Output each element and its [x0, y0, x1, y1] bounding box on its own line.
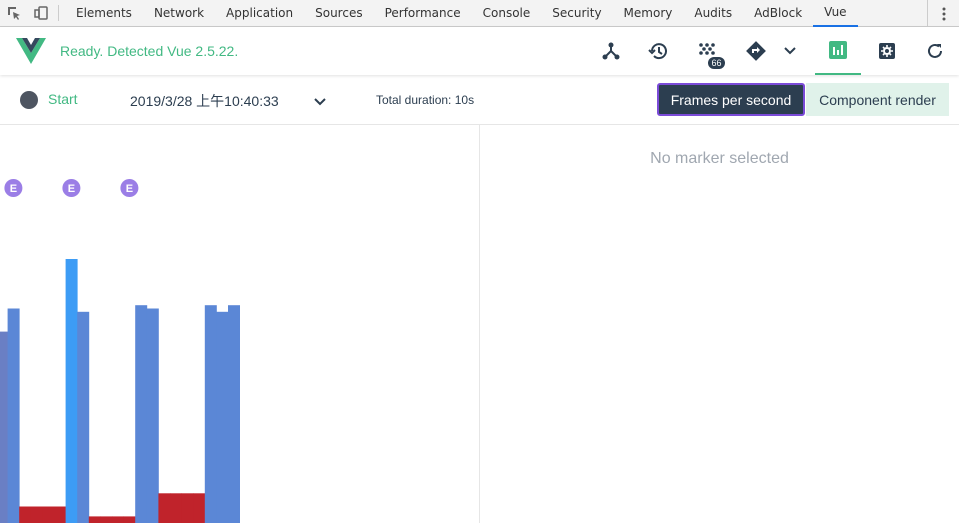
- fps-bar[interactable]: [42, 506, 55, 523]
- fps-chart-pane: EEE: [0, 125, 479, 523]
- tab-performance[interactable]: Performance: [374, 0, 472, 27]
- fps-bar[interactable]: [193, 493, 206, 523]
- chevron-down-icon[interactable]: [313, 92, 327, 111]
- history-button[interactable]: [635, 27, 681, 75]
- fps-bar[interactable]: [65, 259, 78, 523]
- history-icon: [648, 43, 667, 60]
- event-marker[interactable]: E: [62, 179, 81, 197]
- fps-bar[interactable]: [54, 506, 66, 523]
- recording-select[interactable]: 2019/3/28 上午10:40:33: [130, 91, 279, 111]
- tab-component-render[interactable]: Component render: [806, 83, 949, 116]
- tab-sources[interactable]: Sources: [304, 0, 373, 27]
- fps-bar[interactable]: [112, 516, 124, 523]
- vuex-button[interactable]: [684, 27, 730, 75]
- settings-icon: [879, 43, 895, 59]
- inspect-element-icon[interactable]: [0, 0, 27, 27]
- tab-frames-per-second[interactable]: Frames per second: [657, 83, 805, 116]
- performance-icon: [829, 41, 847, 59]
- refresh-button[interactable]: [912, 27, 958, 75]
- fps-bar[interactable]: [100, 516, 113, 523]
- performance-button[interactable]: [815, 27, 861, 75]
- fps-bar[interactable]: [181, 493, 194, 523]
- chevron-down-icon: [784, 47, 796, 55]
- tab-vue[interactable]: Vue: [813, 0, 858, 27]
- start-button[interactable]: Start: [48, 91, 78, 107]
- router-dropdown-button[interactable]: [767, 27, 813, 75]
- status-text: Ready. Detected Vue 2.5.22.: [60, 43, 239, 59]
- fps-bar[interactable]: [146, 308, 159, 523]
- components-icon: [602, 42, 620, 60]
- fps-bar[interactable]: [123, 516, 136, 523]
- fps-bar[interactable]: [0, 331, 8, 523]
- refresh-icon: [928, 43, 942, 58]
- marker-details-pane: No marker selected: [480, 125, 959, 523]
- fps-bar[interactable]: [216, 311, 229, 523]
- record-icon[interactable]: [20, 91, 38, 109]
- tab-network[interactable]: Network: [143, 0, 215, 27]
- event-marker-label: E: [68, 183, 75, 195]
- event-marker[interactable]: E: [120, 179, 139, 197]
- settings-button[interactable]: [864, 27, 910, 75]
- fps-bar[interactable]: [88, 516, 101, 523]
- fps-bar[interactable]: [135, 305, 148, 523]
- fps-bar[interactable]: [77, 311, 90, 523]
- fps-bar[interactable]: [19, 506, 32, 523]
- tab-audits[interactable]: Audits: [683, 0, 743, 27]
- vue-logo-icon: [16, 38, 46, 68]
- tab-application[interactable]: Application: [215, 0, 304, 27]
- total-duration: Total duration: 10s: [376, 93, 475, 107]
- tab-memory[interactable]: Memory: [613, 0, 684, 27]
- event-marker-label: E: [10, 183, 17, 195]
- tab-elements[interactable]: Elements: [65, 0, 143, 27]
- fps-bar[interactable]: [158, 493, 171, 523]
- router-icon: [746, 41, 766, 61]
- fps-bar[interactable]: [30, 506, 43, 523]
- event-marker[interactable]: E: [4, 179, 23, 197]
- event-marker-label: E: [126, 183, 133, 195]
- device-toolbar-icon[interactable]: [27, 0, 54, 27]
- components-button[interactable]: [588, 27, 634, 75]
- fps-bar[interactable]: [228, 305, 240, 523]
- tab-adblock[interactable]: AdBlock: [743, 0, 813, 27]
- vuex-count-badge: 66: [708, 57, 725, 69]
- fps-chart: EEE: [0, 179, 240, 523]
- empty-state: No marker selected: [650, 150, 789, 167]
- devtools-menu-icon[interactable]: [927, 0, 959, 27]
- fps-bar[interactable]: [204, 305, 217, 523]
- fps-bar[interactable]: [7, 308, 20, 523]
- fps-bar[interactable]: [170, 493, 182, 523]
- performance-toolbar: Start 2019/3/28 上午10:40:33 Total duratio…: [0, 75, 959, 125]
- tab-console[interactable]: Console: [472, 0, 542, 27]
- vue-devtools-header: Ready. Detected Vue 2.5.22.: [0, 27, 959, 75]
- devtools-tabs: Elements Network Application Sources Perform…: [65, 0, 858, 27]
- toolbar-divider: [58, 5, 59, 21]
- devtools-tab-bar: Elements Network Application Sources Perform…: [0, 0, 959, 27]
- tab-security[interactable]: Security: [541, 0, 612, 27]
